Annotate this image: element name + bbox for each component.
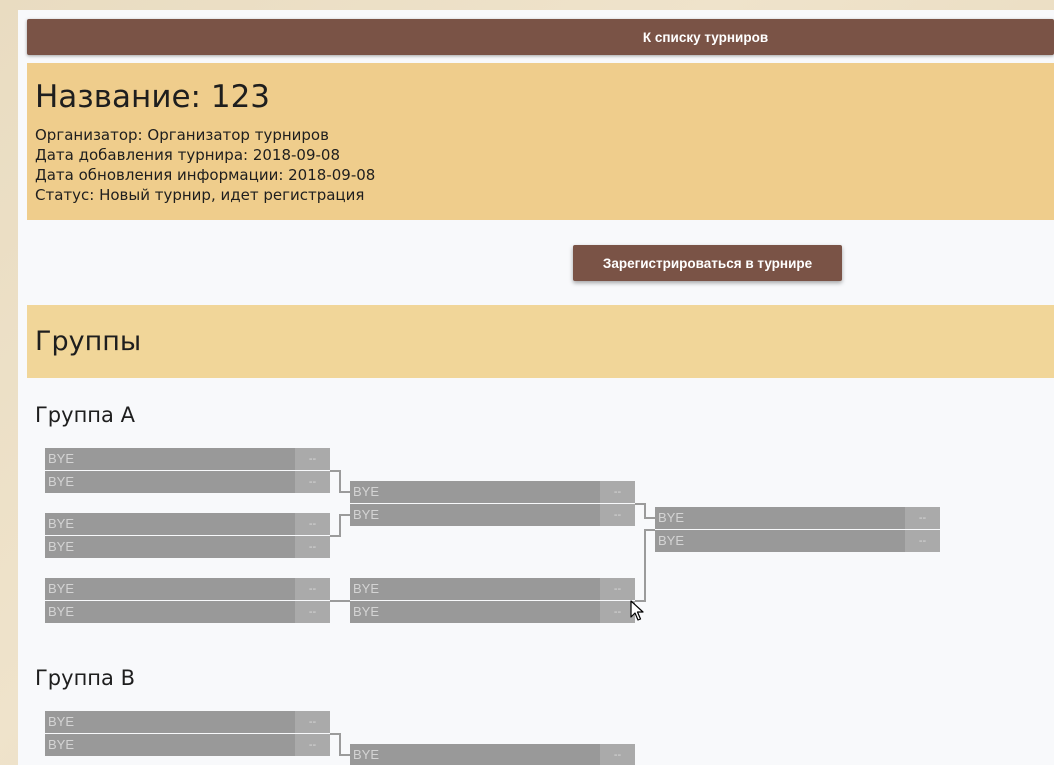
connector-line (635, 503, 655, 519)
bracket-match: BYE -- BYE -- (45, 578, 330, 623)
tournament-info-panel: Название: 123 Организатор: Организатор т… (27, 63, 1054, 220)
mouse-cursor-icon (630, 600, 644, 621)
team-score: -- (295, 471, 330, 493)
team-score: -- (295, 734, 330, 756)
team-name: BYE (353, 581, 380, 596)
bracket-team[interactable]: BYE -- (350, 601, 635, 623)
team-name: BYE (658, 533, 685, 548)
groups-header: Группы (27, 305, 1054, 378)
team-score: -- (295, 448, 330, 470)
connector-line (330, 470, 350, 493)
team-name: BYE (658, 510, 685, 525)
bracket-team[interactable]: BYE -- (45, 711, 330, 733)
team-score: -- (600, 504, 635, 526)
bracket-match: BYE -- BYE -- (45, 711, 330, 756)
bracket-match: BYE -- BYE -- (45, 513, 330, 558)
bracket-team[interactable]: BYE -- (45, 578, 330, 600)
bracket-match: BYE -- BYE -- (45, 448, 330, 493)
organizer-text: Организатор: Организатор турниров (35, 126, 329, 144)
bracket-match: BYE -- BYE -- (350, 578, 635, 623)
status-text: Статус: Новый турнир, идет регистрация (35, 186, 365, 204)
team-score: -- (600, 578, 635, 600)
team-score: -- (295, 513, 330, 535)
group-b-title: Группа B (35, 666, 135, 690)
bracket-match: BYE -- (350, 744, 635, 765)
team-name: BYE (48, 581, 75, 596)
groups-heading: Группы (35, 326, 142, 357)
page-content: К списку турниров Название: 123 Организа… (18, 10, 1054, 765)
team-name: BYE (48, 714, 75, 729)
team-score: -- (905, 507, 940, 529)
team-name: BYE (48, 539, 75, 554)
date-added-text: Дата добавления турнира: 2018-09-08 (35, 146, 341, 164)
group-a-title: Группа A (35, 403, 135, 427)
bracket-team[interactable]: BYE -- (45, 734, 330, 756)
bracket-team[interactable]: BYE -- (45, 536, 330, 558)
back-to-tournaments-button[interactable]: К списку турниров (27, 19, 1054, 55)
team-name: BYE (48, 737, 75, 752)
team-name: BYE (48, 451, 75, 466)
team-score: -- (600, 481, 635, 503)
team-name: BYE (353, 484, 380, 499)
connector-line (330, 733, 350, 756)
bracket-team[interactable]: BYE -- (45, 448, 330, 470)
team-name: BYE (48, 474, 75, 489)
bracket-match: BYE -- BYE -- (655, 507, 940, 552)
bracket-team[interactable]: BYE -- (350, 481, 635, 503)
back-to-tournaments-label: К списку турниров (642, 29, 769, 45)
tournament-title: Название: 123 (35, 79, 271, 115)
team-score: -- (295, 578, 330, 600)
team-name: BYE (48, 516, 75, 531)
bracket-team[interactable]: BYE -- (45, 601, 330, 623)
bracket-team[interactable]: BYE -- (350, 744, 635, 765)
connector-line (635, 529, 655, 602)
bracket-team[interactable]: BYE -- (45, 471, 330, 493)
team-score: -- (905, 530, 940, 552)
register-button[interactable]: Зарегистрироваться в турнире (573, 245, 842, 281)
bracket-team[interactable]: BYE -- (350, 504, 635, 526)
team-score: -- (295, 601, 330, 623)
team-name: BYE (48, 604, 75, 619)
bracket-team[interactable]: BYE -- (655, 530, 940, 552)
bracket-team[interactable]: BYE -- (350, 578, 635, 600)
connector-line (330, 514, 350, 537)
team-score: -- (295, 536, 330, 558)
register-button-label: Зарегистрироваться в турнире (602, 255, 813, 271)
bracket-team[interactable]: BYE -- (655, 507, 940, 529)
team-name: BYE (353, 747, 380, 762)
team-name: BYE (353, 604, 380, 619)
team-score: -- (295, 711, 330, 733)
team-name: BYE (353, 507, 380, 522)
date-updated-text: Дата обновления информации: 2018-09-08 (35, 166, 376, 184)
team-score: -- (600, 744, 635, 765)
bracket-match: BYE -- BYE -- (350, 481, 635, 526)
bracket-team[interactable]: BYE -- (45, 513, 330, 535)
